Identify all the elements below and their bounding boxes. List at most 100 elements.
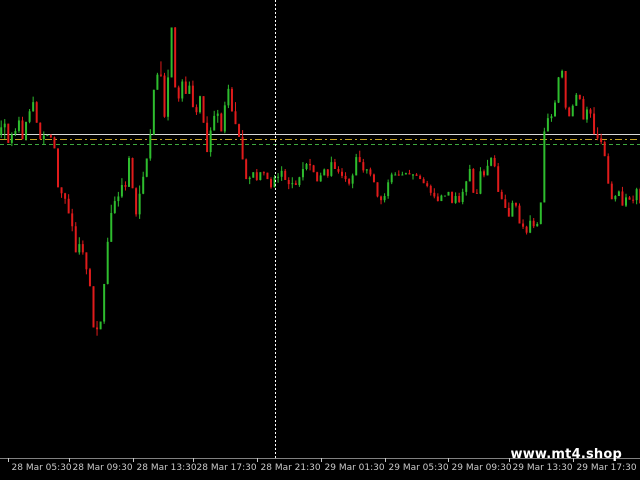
candle (582, 96, 585, 120)
candle (372, 173, 375, 183)
candle-body (593, 113, 596, 135)
candle-body (25, 121, 28, 140)
candle-body (504, 199, 507, 208)
candle-body (319, 175, 322, 182)
candle-body (287, 179, 290, 185)
candle-body (21, 120, 24, 140)
candle (35, 101, 38, 123)
candle-body (532, 220, 535, 227)
candle (106, 237, 109, 285)
candle-body (238, 124, 241, 137)
candle (245, 158, 248, 180)
candle-body (557, 77, 560, 103)
candle-body (117, 196, 120, 202)
candle-body (372, 174, 375, 183)
candle-body (550, 116, 553, 119)
candle-body (348, 179, 351, 184)
candle-body (582, 98, 585, 120)
candle-body (401, 174, 404, 176)
candle (53, 136, 56, 149)
candle (554, 100, 556, 117)
candle-body (568, 107, 571, 117)
candle (490, 157, 493, 167)
candle-body (60, 187, 63, 194)
candle-body (88, 269, 91, 287)
candle-body (255, 172, 258, 180)
candle-body (358, 157, 361, 163)
watermark-text: www.mt4.shop (510, 447, 622, 462)
candle-body (49, 135, 52, 138)
candle-body (14, 130, 17, 135)
candle-body (475, 192, 478, 194)
candle-body (301, 169, 304, 178)
candle-body (461, 191, 464, 202)
candle-body (511, 202, 514, 217)
candle (220, 112, 223, 132)
candle-body (298, 177, 301, 186)
candle (447, 191, 450, 196)
candle-body (106, 241, 109, 284)
candle-body (10, 134, 13, 143)
candle-body (458, 196, 461, 202)
candle-body (443, 195, 446, 197)
candle (440, 194, 443, 202)
candle-body (32, 102, 35, 112)
candle-body (248, 177, 251, 180)
candle-body (156, 74, 159, 90)
candle-body (543, 131, 546, 203)
candle-body (493, 158, 496, 167)
time-tick-label: 28 Mar 13:30 (137, 463, 197, 473)
time-tick-label: 28 Mar 21:30 (261, 463, 321, 473)
candle-body (529, 220, 532, 233)
candle-body (35, 102, 38, 123)
candle-body (596, 134, 599, 139)
time-tick-label: 29 Mar 05:30 (389, 463, 449, 473)
candle (610, 181, 613, 200)
candle (152, 89, 155, 136)
candle (575, 92, 578, 106)
candle-body (3, 123, 6, 128)
candle-body (564, 70, 567, 108)
candle (564, 70, 567, 110)
candle-body (561, 70, 564, 78)
candle (7, 123, 10, 143)
candle (74, 222, 77, 253)
candle-body (323, 169, 326, 176)
candle-body (380, 196, 383, 201)
candle (511, 200, 514, 217)
candle-body (142, 176, 145, 194)
candle (539, 202, 542, 225)
candle-body (490, 158, 493, 166)
candle-body (436, 196, 439, 202)
candle-body (429, 185, 432, 193)
candle-body (447, 191, 450, 196)
candle (252, 172, 255, 178)
candle (259, 172, 262, 181)
candle-body (167, 77, 170, 117)
candle (88, 267, 91, 287)
chart-background (0, 0, 640, 480)
time-tick-label: 29 Mar 01:30 (325, 463, 385, 473)
candle (387, 179, 390, 199)
candle-body (67, 198, 70, 214)
candle (571, 104, 574, 117)
candle-body (284, 170, 287, 180)
candle-body (17, 120, 20, 131)
candle-body (578, 94, 581, 99)
candle-body (376, 182, 379, 197)
candle-body (404, 173, 407, 175)
candle-body (546, 118, 549, 132)
price-chart[interactable]: 28 Mar 05:30 28 Mar 09:30 28 Mar 13:30 28 M… (0, 0, 640, 480)
candle-body (85, 252, 88, 270)
candle (376, 182, 379, 198)
candle-body (607, 156, 610, 184)
candle-body (120, 185, 123, 197)
candle-body (170, 27, 173, 78)
candle (603, 140, 606, 157)
candle-body (39, 122, 42, 140)
candle-body (419, 175, 422, 180)
candle-body (394, 174, 397, 176)
candle (472, 168, 475, 193)
candle-body (397, 174, 400, 176)
candle-body (603, 141, 606, 157)
